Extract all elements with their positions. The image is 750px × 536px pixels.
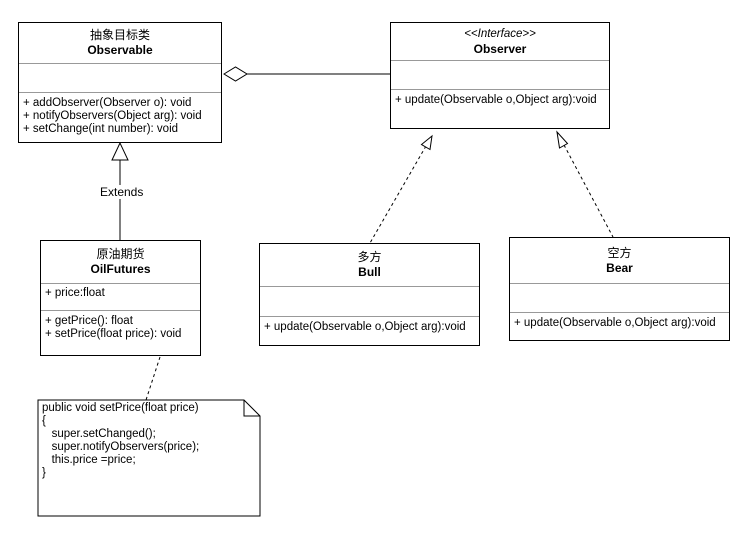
bull-realization-arrowhead xyxy=(420,134,433,151)
note-line: super.notifyObservers(price); xyxy=(42,441,200,453)
bear-realization-line xyxy=(563,144,614,238)
bear-realization-arrowhead xyxy=(556,130,569,149)
operation: + update(Observable o,Object arg):void xyxy=(264,321,466,333)
class-operations: + getPrice(): float + setPrice(float pri… xyxy=(41,311,200,355)
class-header: 原油期货 OilFutures xyxy=(41,241,200,284)
code-note: public void setPrice(float price) { supe… xyxy=(38,400,260,516)
class-name: Bull xyxy=(358,265,381,279)
note-line: super.setChanged(); xyxy=(42,428,156,440)
class-oilfutures[interactable]: 原油期货 OilFutures + price:float + getPrice… xyxy=(40,240,201,356)
note-line: public void setPrice(float price) xyxy=(42,402,199,414)
note-line: { xyxy=(42,415,46,427)
operation: + addObserver(Observer o): void xyxy=(23,97,192,109)
class-header: <<Interface>> Observer xyxy=(391,23,609,61)
note-line: } xyxy=(42,467,46,479)
class-attributes xyxy=(19,64,221,93)
operation: + update(Observable o,Object arg):void xyxy=(395,94,597,106)
class-name: Observer xyxy=(473,41,527,56)
class-bear[interactable]: 空方 Bear + update(Observable o,Object arg… xyxy=(509,237,730,341)
class-name: Bear xyxy=(606,260,633,275)
aggregation-diamond xyxy=(223,66,248,82)
operation: + update(Observable o,Object arg):void xyxy=(514,317,716,329)
class-bull[interactable]: 多方 Bull + update(Observable o,Object arg… xyxy=(259,243,480,346)
extends-label: Extends xyxy=(98,185,146,199)
bull-realization-line xyxy=(369,145,427,244)
class-name: OilFutures xyxy=(90,262,151,276)
class-chinese-name: 抽象目标类 xyxy=(89,28,150,42)
note-line: this.price =price; xyxy=(42,454,136,466)
class-chinese-name: 多方 xyxy=(357,250,382,264)
class-observable[interactable]: 抽象目标类 Observable + addObserver(Observer … xyxy=(18,22,222,143)
operation: + setChange(int number): void xyxy=(23,123,179,135)
operation: + setPrice(float price): void xyxy=(45,328,182,340)
extends-arrowhead xyxy=(111,141,129,161)
class-operations: + addObserver(Observer o): void + notify… xyxy=(19,93,221,142)
class-operations: + update(Observable o,Object arg):void xyxy=(391,90,609,128)
class-chinese-name: 原油期货 xyxy=(96,247,145,261)
class-chinese-name: 空方 xyxy=(607,245,632,260)
class-attributes xyxy=(391,61,609,90)
class-observer[interactable]: <<Interface>> Observer + update(Observab… xyxy=(390,22,610,129)
class-operations: + update(Observable o,Object arg):void xyxy=(260,317,479,345)
operation: + notifyObservers(Object arg): void xyxy=(23,110,202,122)
class-header: 抽象目标类 Observable xyxy=(19,23,221,64)
class-stereotype: <<Interface>> xyxy=(464,27,536,40)
class-header: 多方 Bull xyxy=(260,244,479,287)
attribute: + price:float xyxy=(45,287,105,299)
note-anchor-line xyxy=(145,356,161,401)
class-name: Observable xyxy=(87,43,153,57)
class-attributes xyxy=(260,287,479,317)
operation: + getPrice(): float xyxy=(45,315,133,327)
class-attributes xyxy=(510,284,729,313)
class-header: 空方 Bear xyxy=(510,238,729,284)
class-attributes: + price:float xyxy=(41,284,200,311)
class-operations: + update(Observable o,Object arg):void xyxy=(510,313,729,340)
